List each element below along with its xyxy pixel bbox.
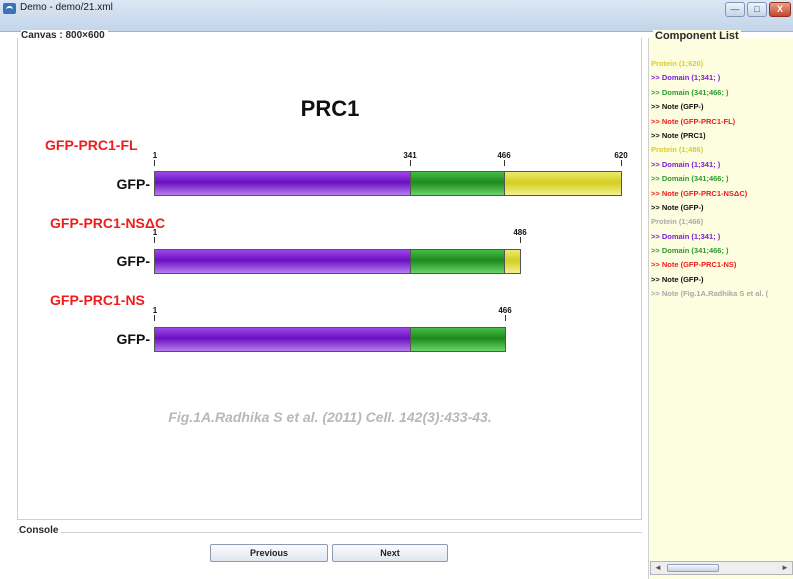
gfp-prefix-ns: GFP- [116,331,150,347]
minimize-button[interactable]: — [725,2,745,17]
console-border [17,532,642,533]
construct-name-fl: GFP-PRC1-FL [45,137,138,153]
close-button[interactable]: X [769,2,791,17]
component-list-item[interactable]: >> Note (GFP-PRC1-NSΔC) [651,187,793,201]
canvas-label: Canvas : 800×600 [21,30,108,41]
tick-mark [154,160,155,166]
component-list-item[interactable]: Protein (1;486) [651,143,793,157]
component-list-item[interactable]: >> Domain (341;466; ) [651,244,793,258]
component-list-item[interactable]: >> Domain (1;341; ) [651,230,793,244]
domain-bar-green[interactable] [410,171,505,196]
domain-bar-purple[interactable] [154,171,411,196]
component-list-item[interactable]: >> Domain (1;341; ) [651,158,793,172]
component-list-title: Component List [653,30,741,42]
scroll-left-icon[interactable]: ◄ [652,562,664,574]
domain-bar-green[interactable] [410,249,505,274]
component-list-item[interactable]: >> Domain (341;466; ) [651,86,793,100]
domain-bar-purple[interactable] [154,327,411,352]
gfp-prefix-fl: GFP- [116,176,150,192]
tick-label: 466 [497,151,511,160]
tick-label: 620 [614,151,628,160]
tick-mark [410,160,411,166]
maximize-button[interactable]: □ [747,2,767,17]
window-title: Demo - demo/21.xml [20,2,113,13]
console-label: Console [19,525,62,536]
construct-name-ns: GFP-PRC1-NS [50,292,145,308]
window-controls: — □ X [725,2,791,18]
component-list-item[interactable]: >> Note (PRC1) [651,129,793,143]
tick-label: 486 [513,228,527,237]
component-list[interactable]: Protein (1;620) >> Domain (1;341; ) >> Dom… [651,57,793,302]
component-list-item[interactable]: >> Note (GFP-) [651,201,793,215]
domain-bar-purple[interactable] [154,249,411,274]
diagram-title: PRC1 [300,96,360,121]
component-list-item[interactable]: >> Note (Fig.1A.Radhika S et al. ( [651,287,793,301]
app-icon [3,3,16,14]
tick-label: 341 [403,151,417,160]
domain-bar-yellow[interactable] [504,171,622,196]
domain-bar-green[interactable] [410,327,506,352]
tick-label: 1 [152,228,158,237]
tick-mark [154,315,155,321]
component-list-item[interactable]: >> Note (GFP-) [651,273,793,287]
scrollbar-thumb[interactable] [667,564,719,572]
tick-mark [520,237,521,243]
component-list-item[interactable]: >> Note (GFP-PRC1-NS) [651,258,793,272]
tick-label: 466 [498,306,512,315]
horizontal-scrollbar[interactable]: ◄ ► [650,561,793,575]
scroll-right-icon[interactable]: ► [779,562,791,574]
domain-bar-yellow[interactable] [504,249,521,274]
tick-mark [154,237,155,243]
component-list-item[interactable]: >> Note (GFP-PRC1-FL) [651,115,793,129]
gfp-prefix-nsdc: GFP- [116,253,150,269]
previous-button[interactable]: Previous [210,544,328,562]
next-button[interactable]: Next [332,544,448,562]
component-list-item[interactable]: >> Domain (1;341; ) [651,71,793,85]
tick-label: 1 [152,151,158,160]
component-list-item[interactable]: >> Note (GFP-) [651,100,793,114]
tick-mark [504,160,505,166]
tick-mark [505,315,506,321]
component-list-item[interactable]: Protein (1;620) [651,57,793,71]
component-list-item[interactable]: Protein (1;466) [651,215,793,229]
tick-label: 1 [152,306,158,315]
tick-mark [621,160,622,166]
component-list-item[interactable]: >> Domain (341;466; ) [651,172,793,186]
title-bar: Demo - demo/21.xml — □ X [0,0,793,32]
citation-note: Fig.1A.Radhika S et al. (2011) Cell. 142… [168,409,492,425]
